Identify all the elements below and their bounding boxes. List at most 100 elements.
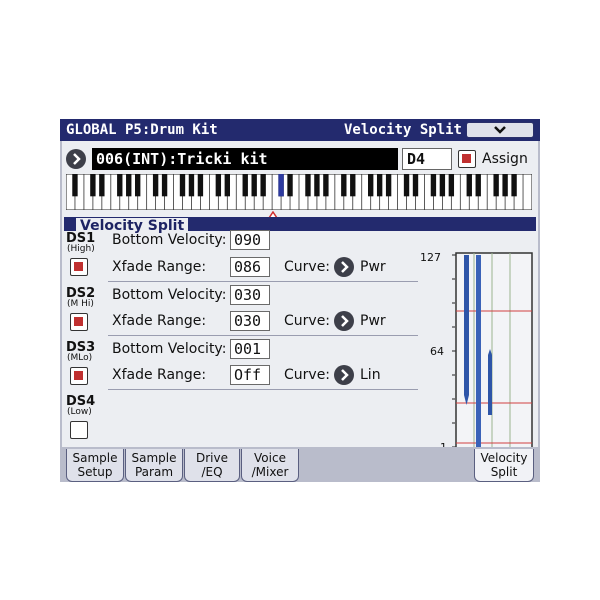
black-key xyxy=(323,174,329,197)
section-marker-icon xyxy=(66,221,74,229)
black-key xyxy=(152,174,159,197)
ds2-range: (M Hi) xyxy=(67,299,94,309)
tab-label: Sample xyxy=(131,451,177,465)
ds1-xfade-range[interactable]: 086 xyxy=(230,257,270,277)
black-key xyxy=(376,174,383,197)
ds1-bottom-velocity[interactable]: 090 xyxy=(230,230,270,250)
tab-label: /EQ xyxy=(201,465,223,479)
black-key xyxy=(188,174,195,197)
velocity-bar-ds2 xyxy=(476,255,481,449)
ds2-xfade-label: Xfade Range: xyxy=(112,313,207,329)
ds2-bottom-velocity[interactable]: 030 xyxy=(230,285,270,305)
ds3-xfade-label: Xfade Range: xyxy=(112,367,207,383)
black-key xyxy=(403,174,410,197)
ds3-checkbox[interactable] xyxy=(70,367,88,385)
black-key xyxy=(314,174,320,197)
tab-sample-param[interactable]: Sample Param xyxy=(125,449,183,482)
lcd-screen: GLOBAL P5:Drum Kit Velocity Split 006(IN… xyxy=(60,119,540,482)
assign-checkbox[interactable] xyxy=(458,150,476,168)
black-key xyxy=(475,174,481,197)
black-key xyxy=(448,174,455,197)
ds3-bottom-label: Bottom Velocity: xyxy=(112,341,227,357)
tab-drive-eq[interactable]: Drive/EQ xyxy=(184,449,240,482)
black-key xyxy=(90,174,96,197)
black-key xyxy=(368,174,374,197)
black-key xyxy=(215,174,222,197)
ds2-curve-value[interactable]: Pwr xyxy=(360,311,386,331)
black-key xyxy=(502,174,508,197)
tab-label: Setup xyxy=(77,465,113,479)
tab-label: Velocity xyxy=(480,451,528,465)
tab-velocity-split[interactable]: Velocity Split xyxy=(474,449,534,482)
black-key xyxy=(224,174,230,197)
row-divider xyxy=(108,281,418,282)
ds1-curve-button[interactable] xyxy=(334,257,354,277)
tab-label: Drive xyxy=(196,451,228,465)
chevron-right-icon xyxy=(73,153,81,165)
ds3-xfade-range[interactable]: Off xyxy=(230,365,270,385)
black-key xyxy=(493,174,499,197)
ds4-range: (Low) xyxy=(67,407,92,417)
black-key xyxy=(385,174,392,197)
ds3-curve-button[interactable] xyxy=(334,365,354,385)
ds3-curve-value[interactable]: Lin xyxy=(360,365,381,385)
black-key xyxy=(439,174,446,197)
ds2-curve-label: Curve: xyxy=(284,313,331,329)
black-key xyxy=(305,174,311,197)
ds1-curve-label: Curve: xyxy=(284,259,331,275)
row-divider xyxy=(108,389,418,390)
tab-label: Voice xyxy=(254,451,286,465)
black-key xyxy=(251,174,257,197)
selected-key xyxy=(278,174,284,197)
graph-tick-64: 64 xyxy=(430,345,444,358)
black-key xyxy=(350,174,356,197)
black-key xyxy=(161,174,168,197)
graph-tick-127: 127 xyxy=(420,251,441,264)
chevron-right-icon xyxy=(341,369,349,381)
velocity-bar-ds3 xyxy=(488,349,492,415)
row-divider xyxy=(108,335,418,336)
black-key xyxy=(242,174,248,197)
ds2-curve-button[interactable] xyxy=(334,311,354,331)
black-key xyxy=(412,174,419,197)
tab-sample-setup[interactable]: Sample Setup xyxy=(66,449,124,482)
tab-voice-mixer[interactable]: Voice/Mixer xyxy=(241,449,299,482)
page-menu-button[interactable] xyxy=(466,122,534,138)
ds1-range: (High) xyxy=(67,244,95,254)
black-key xyxy=(179,174,186,197)
tab-label: /Mixer xyxy=(251,465,289,479)
black-key xyxy=(72,174,78,197)
black-key xyxy=(99,174,105,197)
black-key xyxy=(135,174,141,197)
page-title: GLOBAL P5:Drum Kit xyxy=(66,122,218,138)
tab-label: Sample xyxy=(72,451,118,465)
ds1-xfade-label: Xfade Range: xyxy=(112,259,207,275)
ds3-curve-label: Curve: xyxy=(284,367,331,383)
chevron-right-icon xyxy=(341,315,349,327)
black-key xyxy=(126,174,132,197)
velocity-graph xyxy=(452,252,533,450)
tab-label: Split xyxy=(490,465,518,479)
note-field[interactable]: D4 xyxy=(402,148,452,170)
black-key xyxy=(260,174,266,197)
ds1-bottom-label: Bottom Velocity: xyxy=(112,232,227,248)
black-key xyxy=(341,174,347,197)
ds2-checkbox[interactable] xyxy=(70,313,88,331)
ds2-xfade-range[interactable]: 030 xyxy=(230,311,270,331)
ds3-bottom-velocity[interactable]: 001 xyxy=(230,339,270,359)
ds4-checkbox[interactable] xyxy=(70,421,88,439)
drum-kit-field[interactable]: 006(INT):Tricki kit xyxy=(92,148,398,170)
black-key xyxy=(287,174,293,197)
velocity-bar-ds1 xyxy=(464,255,469,405)
tab-label: Param xyxy=(134,465,174,479)
ds3-range: (MLo) xyxy=(67,353,93,363)
keyboard[interactable] xyxy=(66,174,532,210)
kit-select-button[interactable] xyxy=(66,149,86,169)
black-key xyxy=(197,174,204,197)
black-key xyxy=(466,174,472,197)
main-panel: 006(INT):Tricki kit D4 Assign Velocity S… xyxy=(62,141,538,454)
black-key xyxy=(117,174,123,197)
ds1-checkbox[interactable] xyxy=(70,258,88,276)
ds1-curve-value[interactable]: Pwr xyxy=(360,257,386,277)
black-key xyxy=(511,174,517,197)
